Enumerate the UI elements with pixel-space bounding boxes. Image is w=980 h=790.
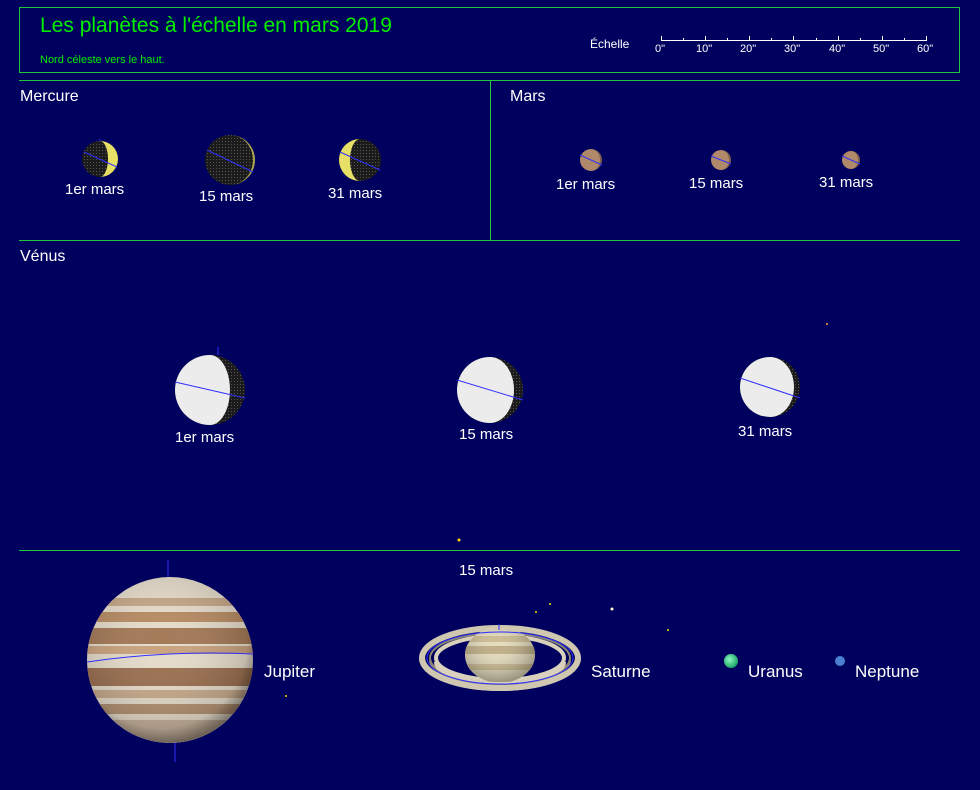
- scale-tick-label: 30": [784, 43, 801, 55]
- mercury-date-label: 31 mars: [328, 185, 383, 202]
- moon-dot: [535, 611, 537, 613]
- diagram-canvas: [0, 0, 980, 790]
- mars-date-label: 1er mars: [556, 176, 616, 193]
- venus-date-label: 1er mars: [175, 429, 235, 446]
- section-title-venus: Vénus: [20, 248, 66, 265]
- venus-15-mars: [456, 357, 524, 423]
- moon-dot: [667, 629, 669, 631]
- moon-dot: [549, 603, 551, 605]
- jupiter-label: Jupiter: [264, 662, 316, 681]
- venus-31-mars: [739, 357, 801, 417]
- saturne-label: Saturne: [591, 662, 651, 681]
- mercury-31-mars: [339, 139, 381, 181]
- scale-tick-label: 60": [917, 43, 934, 55]
- venus-date-label: 31 mars: [738, 423, 793, 440]
- page-title: Les planètes à l'échelle en mars 2019: [40, 14, 392, 37]
- mercury-date-label: 15 mars: [199, 188, 254, 205]
- outer-planets-date: 15 mars: [459, 562, 514, 579]
- scale-tick-label: 20": [740, 43, 757, 55]
- scale-tick-label: 40": [829, 43, 846, 55]
- page-subtitle: Nord céleste vers le haut.: [40, 54, 165, 66]
- mars-15-mars: [710, 150, 732, 170]
- uranus-label: Uranus: [748, 662, 803, 681]
- section-title-mercure: Mercure: [20, 88, 79, 105]
- planet-scale-diagram: Les planètes à l'échelle en mars 2019 No…: [0, 0, 980, 790]
- scale-tick-label: 10": [696, 43, 713, 55]
- mercury-date-label: 1er mars: [65, 181, 125, 198]
- mars-1er-mars: [579, 149, 603, 171]
- mars-31-mars: [841, 151, 861, 169]
- mars-date-label: 31 mars: [819, 174, 874, 191]
- neptune-disk: [835, 656, 845, 666]
- mercury-15-mars: [205, 135, 255, 185]
- neptune-label: Neptune: [855, 662, 920, 681]
- moon-dot: [285, 695, 287, 697]
- scale-tick-label: 0": [655, 43, 666, 55]
- star-dot: [457, 538, 461, 542]
- uranus-disk: [724, 654, 738, 668]
- moon-dot: [610, 607, 614, 611]
- scale-tick-label: 50": [873, 43, 890, 55]
- scale-label: Échelle: [590, 37, 630, 51]
- star-dot: [826, 323, 828, 325]
- mars-date-label: 15 mars: [689, 175, 744, 192]
- section-title-mars: Mars: [510, 88, 546, 105]
- venus-date-label: 15 mars: [459, 426, 514, 443]
